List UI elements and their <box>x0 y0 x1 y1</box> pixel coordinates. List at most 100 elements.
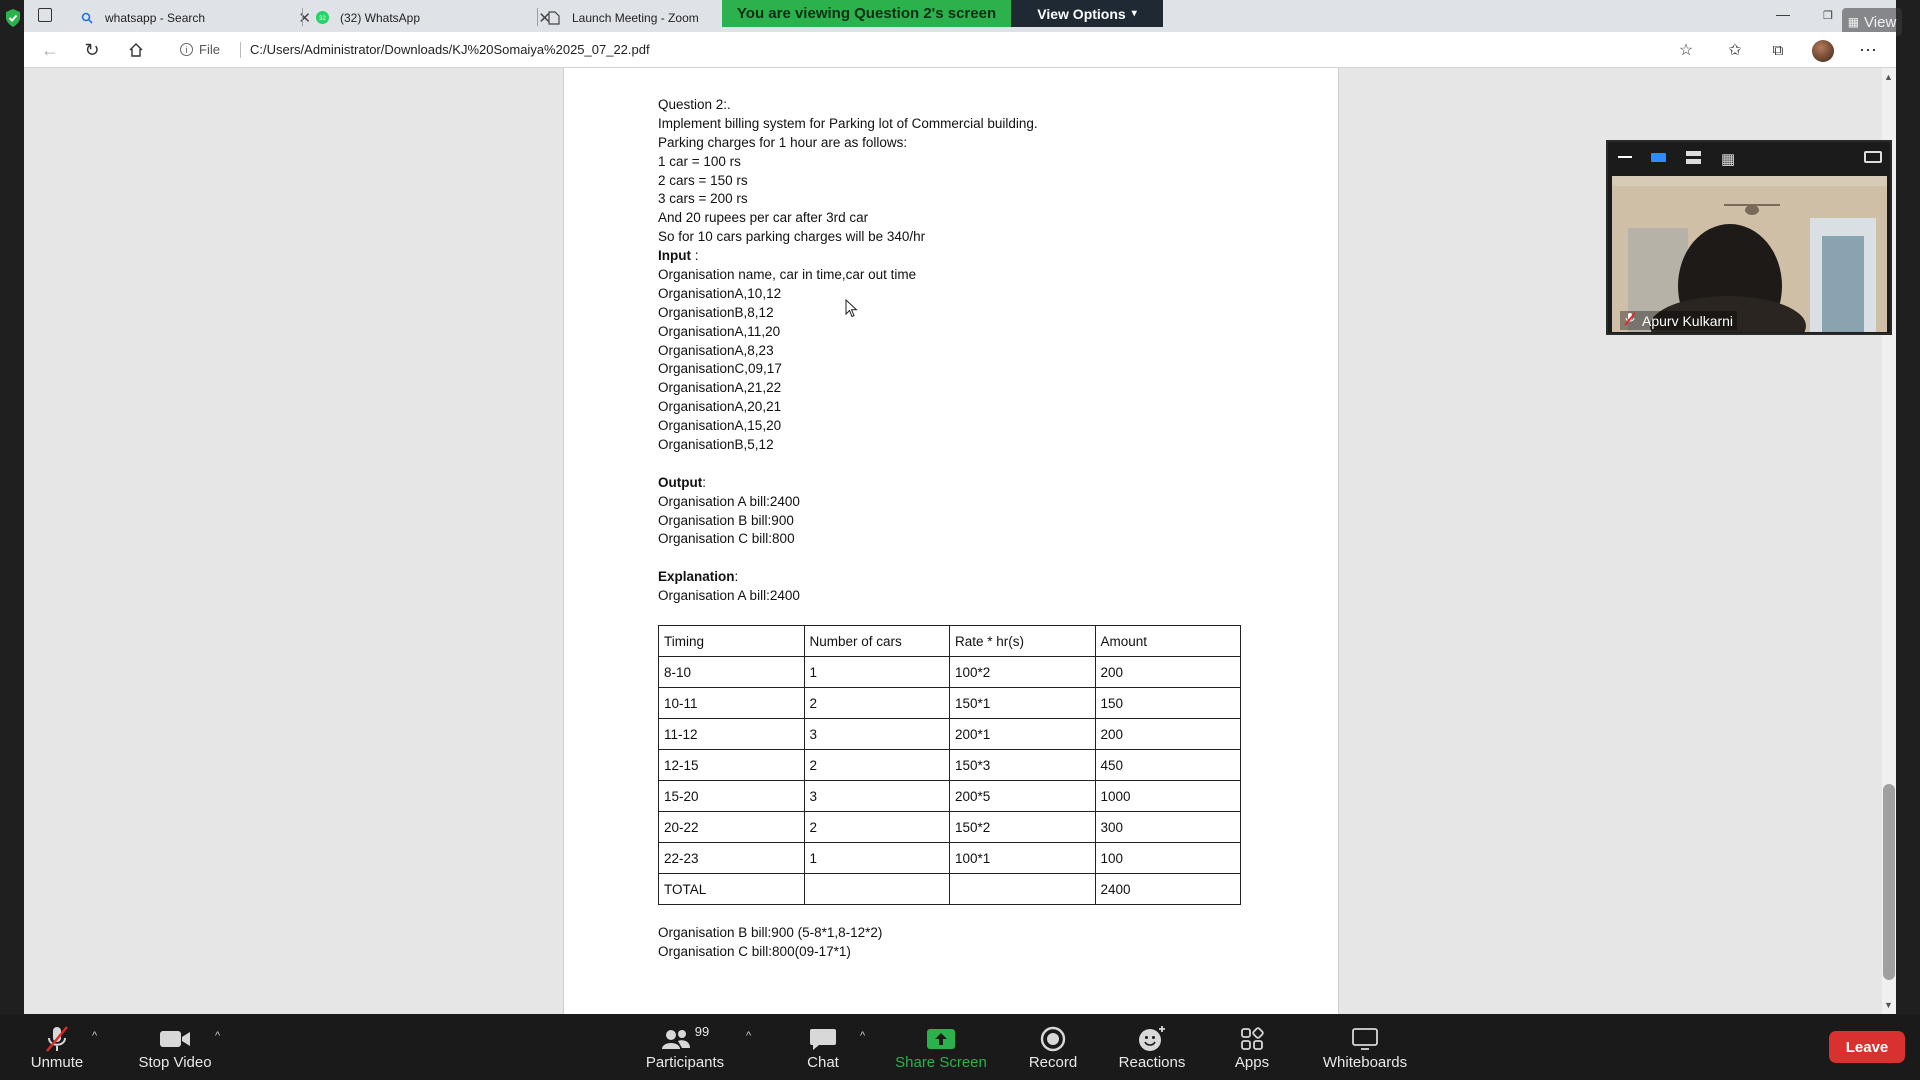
leave-button[interactable]: Leave <box>1829 1031 1905 1063</box>
participant-name-tag: Apurv Kulkarni <box>1620 311 1738 330</box>
chevron-up-icon[interactable]: ^ <box>746 1030 751 1042</box>
pop-out-icon[interactable] <box>1864 151 1882 163</box>
table-cell: 2 <box>803 687 950 719</box>
doc-line: So for 10 cars parking charges will be 3… <box>658 229 926 245</box>
grid-icon: ▦ <box>1847 15 1860 29</box>
table-cell: 200 <box>1094 656 1241 688</box>
input-line: OrganisationA,21,22 <box>658 380 782 396</box>
participant-video: Apurv Kulkarni <box>1612 176 1887 332</box>
mic-muted-icon <box>44 1024 70 1054</box>
table-cell: 20-22 <box>658 811 805 843</box>
collections-icon[interactable]: ⧉ <box>1768 40 1788 60</box>
scroll-down-icon[interactable]: ▼ <box>1884 1000 1893 1010</box>
table-cell: 2 <box>803 811 950 843</box>
explanation-heading: Explanation: <box>658 568 1258 587</box>
table-cell: 15-20 <box>658 780 805 812</box>
output-line: Organisation B bill:900 <box>658 512 794 528</box>
gallery-view-icon[interactable]: ▦ <box>1721 150 1735 168</box>
participants-button[interactable]: 99 Participants <box>640 1014 730 1080</box>
pdf-footer-text: Organisation B bill:900 (5-8*1,8-12*2) O… <box>658 924 882 962</box>
search-icon <box>79 10 95 26</box>
tab-divider <box>537 8 538 26</box>
browser-toolbar: ← ↻ i File C:/Users/Administrator/Downlo… <box>24 32 1896 68</box>
speaker-view-icon[interactable] <box>1651 153 1666 162</box>
unmute-button[interactable]: Unmute <box>22 1014 92 1080</box>
table-cell <box>949 873 1096 905</box>
view-options-button[interactable]: View Options ▾ <box>1011 0 1163 27</box>
doc-line: And 20 rupees per car after 3rd car <box>658 210 869 226</box>
apps-label: Apps <box>1234 1053 1270 1071</box>
site-info-button[interactable]: i File <box>180 42 220 57</box>
whatsapp-icon: 32 <box>314 10 330 26</box>
table-row: 12-15 2 150*3 450 <box>658 749 1241 781</box>
stop-video-button[interactable]: Stop Video <box>130 1014 220 1080</box>
input-line: Organisation name, car in time,car out t… <box>658 267 917 283</box>
table-cell: 22-23 <box>658 842 805 874</box>
whiteboard-icon <box>1351 1024 1379 1054</box>
minimize-icon[interactable]: — <box>1776 6 1790 22</box>
table-header: Amount <box>1094 625 1241 657</box>
unmute-label: Unmute <box>30 1053 84 1071</box>
apps-button[interactable]: Apps <box>1222 1014 1282 1080</box>
table-cell: 2400 <box>1094 873 1241 905</box>
refresh-icon[interactable]: ↻ <box>82 40 102 60</box>
whiteboards-label: Whiteboards <box>1322 1053 1408 1071</box>
sharing-banner: You are viewing Question 2's screen <box>722 0 1011 27</box>
table-cell: 200*5 <box>949 780 1096 812</box>
info-icon: i <box>180 43 193 56</box>
record-button[interactable]: Record <box>1022 1014 1084 1080</box>
participants-count: 99 <box>694 1023 710 1039</box>
scrollbar-thumb[interactable] <box>1883 784 1895 980</box>
chevron-up-icon[interactable]: ^ <box>92 1030 97 1042</box>
stacked-view-icon[interactable] <box>1686 151 1701 164</box>
avatar[interactable] <box>1812 40 1834 62</box>
table-cell: 2 <box>803 749 950 781</box>
question-heading: Question 2:. <box>658 97 731 112</box>
home-icon[interactable] <box>126 40 146 60</box>
shield-icon <box>4 8 22 28</box>
participant-video-tile[interactable]: ▦ Apurv Kulkarni <box>1606 140 1892 335</box>
table-row: 15-20 3 200*5 1000 <box>658 780 1241 812</box>
whiteboards-button[interactable]: Whiteboards <box>1315 1014 1415 1080</box>
billing-table: Timing Number of cars Rate * hr(s) Amoun… <box>658 625 1241 905</box>
chat-icon <box>809 1024 837 1054</box>
table-row: 8-10 1 100*2 200 <box>658 656 1241 688</box>
more-icon[interactable]: ⋯ <box>1858 40 1878 60</box>
chevron-up-icon[interactable]: ^ <box>860 1030 865 1042</box>
scroll-up-icon[interactable]: ▲ <box>1884 72 1893 82</box>
doc-line: 1 car = 100 rs <box>658 153 741 169</box>
tab-actions-icon[interactable] <box>38 8 52 22</box>
pdf-text: Question 2:. Implement billing system fo… <box>658 96 1258 606</box>
input-line: OrganisationB,8,12 <box>658 304 774 320</box>
chevron-down-icon: ▾ <box>1131 8 1137 19</box>
right-frame <box>1896 0 1920 1014</box>
table-cell: 200 <box>1094 718 1241 750</box>
add-favorite-icon[interactable]: ☆ <box>1676 40 1696 60</box>
chat-label: Chat <box>807 1053 839 1071</box>
record-label: Record <box>1028 1053 1078 1071</box>
table-header-row: Timing Number of cars Rate * hr(s) Amoun… <box>658 625 1241 657</box>
table-cell: 150*3 <box>949 749 1096 781</box>
restore-icon[interactable]: ❐ <box>1823 9 1833 22</box>
document-icon <box>546 10 562 26</box>
reactions-button[interactable]: Reactions <box>1114 1014 1190 1080</box>
input-line: OrganisationA,20,21 <box>658 399 782 415</box>
table-cell: 100 <box>1094 842 1241 874</box>
table-cell: 1 <box>803 656 950 688</box>
tab-launch-meeting-zoom[interactable]: Launch Meeting - Zoom <box>546 3 746 32</box>
close-icon[interactable]: ✕ <box>298 9 311 27</box>
chevron-up-icon[interactable]: ^ <box>215 1030 220 1042</box>
minimize-video-icon[interactable] <box>1618 156 1632 158</box>
favorites-icon[interactable]: ✩ <box>1725 40 1745 60</box>
tab-whatsapp-search[interactable]: whatsapp - Search ✕ <box>79 3 319 32</box>
share-screen-button[interactable]: Share Screen <box>890 1014 992 1080</box>
chat-button[interactable]: Chat <box>793 1014 853 1080</box>
address-bar[interactable]: C:/Users/Administrator/Downloads/KJ%20So… <box>250 42 650 57</box>
tab-whatsapp[interactable]: 32 (32) WhatsApp ✕ <box>314 3 559 32</box>
back-icon[interactable]: ← <box>40 40 60 60</box>
share-screen-label: Share Screen <box>895 1053 987 1071</box>
input-line: OrganisationA,8,23 <box>658 342 774 358</box>
table-header: Timing <box>658 625 805 657</box>
table-cell: 10-11 <box>658 687 805 719</box>
